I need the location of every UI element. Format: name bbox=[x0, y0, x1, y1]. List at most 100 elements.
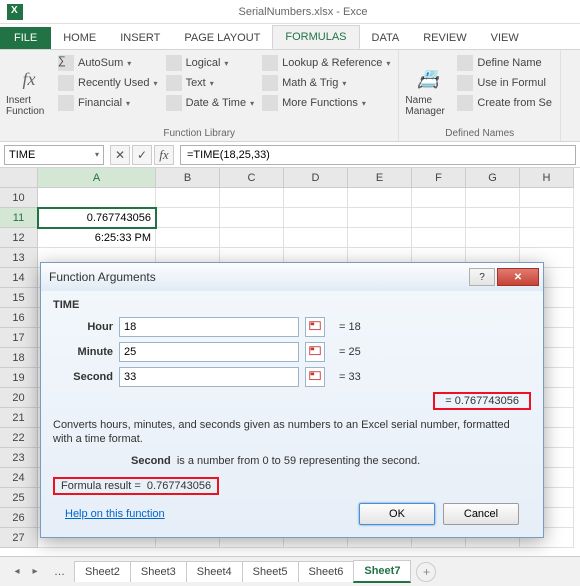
row-header-24[interactable]: 24 bbox=[0, 468, 38, 488]
help-button[interactable]: ? bbox=[469, 268, 495, 286]
cell-C10[interactable] bbox=[220, 188, 284, 208]
math-trig-button[interactable]: Math & Trig▾ bbox=[260, 74, 392, 92]
more-functions-button[interactable]: More Functions▾ bbox=[260, 94, 392, 112]
tab-home[interactable]: HOME bbox=[51, 27, 108, 49]
arg-second-input[interactable] bbox=[119, 367, 299, 387]
row-header-12[interactable]: 12 bbox=[0, 228, 38, 248]
cell-C11[interactable] bbox=[220, 208, 284, 228]
row-header-17[interactable]: 17 bbox=[0, 328, 38, 348]
cell-G12[interactable] bbox=[466, 228, 520, 248]
row-header-26[interactable]: 26 bbox=[0, 508, 38, 528]
text-button[interactable]: Text▾ bbox=[164, 74, 257, 92]
sheet-tab-5[interactable]: Sheet5 bbox=[242, 561, 299, 582]
arg-minute-input[interactable] bbox=[119, 342, 299, 362]
col-header-f[interactable]: F bbox=[412, 168, 466, 188]
cell-B12[interactable] bbox=[156, 228, 220, 248]
dialog-titlebar[interactable]: Function Arguments ? ✕ bbox=[41, 263, 543, 291]
col-header-e[interactable]: E bbox=[348, 168, 412, 188]
prev-sheet-button[interactable]: ◂ bbox=[8, 562, 26, 582]
cell-A11[interactable]: 0.767743056 bbox=[38, 208, 156, 228]
row-header-11[interactable]: 11 bbox=[0, 208, 38, 228]
col-header-c[interactable]: C bbox=[220, 168, 284, 188]
range-picker-icon[interactable] bbox=[305, 342, 325, 362]
row-header-21[interactable]: 21 bbox=[0, 408, 38, 428]
recently-used-button[interactable]: Recently Used▾ bbox=[56, 74, 160, 92]
date-time-button[interactable]: Date & Time▾ bbox=[164, 94, 257, 112]
cell-F12[interactable] bbox=[412, 228, 466, 248]
accept-formula-button[interactable]: ✓ bbox=[132, 145, 152, 165]
col-header-b[interactable]: B bbox=[156, 168, 220, 188]
row-header-23[interactable]: 23 bbox=[0, 448, 38, 468]
row-header-25[interactable]: 25 bbox=[0, 488, 38, 508]
tab-page-layout[interactable]: PAGE LAYOUT bbox=[172, 27, 272, 49]
tab-data[interactable]: DATA bbox=[360, 27, 412, 49]
row-header-14[interactable]: 14 bbox=[0, 268, 38, 288]
cell-D11[interactable] bbox=[284, 208, 348, 228]
cancel-formula-button[interactable]: ✕ bbox=[110, 145, 130, 165]
cell-G11[interactable] bbox=[466, 208, 520, 228]
use-in-formula-button[interactable]: Use in Formul bbox=[455, 74, 554, 92]
cell-A10[interactable] bbox=[38, 188, 156, 208]
autosum-button[interactable]: ∑AutoSum▾ bbox=[56, 54, 160, 72]
col-header-h[interactable]: H bbox=[520, 168, 574, 188]
tab-review[interactable]: REVIEW bbox=[411, 27, 478, 49]
cell-F11[interactable] bbox=[412, 208, 466, 228]
add-sheet-button[interactable]: + bbox=[416, 562, 436, 582]
row-header-15[interactable]: 15 bbox=[0, 288, 38, 308]
sheet-tab-7[interactable]: Sheet7 bbox=[353, 560, 411, 583]
row-header-20[interactable]: 20 bbox=[0, 388, 38, 408]
logical-button[interactable]: Logical▾ bbox=[164, 54, 257, 72]
row-header-27[interactable]: 27 bbox=[0, 528, 38, 548]
cell-C12[interactable] bbox=[220, 228, 284, 248]
col-header-a[interactable]: A bbox=[38, 168, 156, 188]
tab-view[interactable]: VIEW bbox=[479, 27, 531, 49]
tab-file[interactable]: FILE bbox=[0, 27, 51, 49]
cell-E12[interactable] bbox=[348, 228, 412, 248]
close-button[interactable]: ✕ bbox=[497, 268, 539, 286]
define-name-button[interactable]: Define Name bbox=[455, 54, 554, 72]
cell-B10[interactable] bbox=[156, 188, 220, 208]
cell-A12[interactable]: 6:25:33 PM bbox=[38, 228, 156, 248]
tab-insert[interactable]: INSERT bbox=[108, 27, 172, 49]
row-header-18[interactable]: 18 bbox=[0, 348, 38, 368]
cell-D10[interactable] bbox=[284, 188, 348, 208]
cell-G10[interactable] bbox=[466, 188, 520, 208]
row-header-16[interactable]: 16 bbox=[0, 308, 38, 328]
col-header-d[interactable]: D bbox=[284, 168, 348, 188]
row-header-10[interactable]: 10 bbox=[0, 188, 38, 208]
cell-H12[interactable] bbox=[520, 228, 574, 248]
lookup-button[interactable]: Lookup & Reference▾ bbox=[260, 54, 392, 72]
sheet-overflow[interactable]: … bbox=[44, 562, 75, 582]
range-picker-icon[interactable] bbox=[305, 317, 325, 337]
cell-H11[interactable] bbox=[520, 208, 574, 228]
formula-input[interactable]: =TIME(18,25,33) bbox=[180, 145, 576, 165]
cell-E10[interactable] bbox=[348, 188, 412, 208]
sheet-tab-4[interactable]: Sheet4 bbox=[186, 561, 243, 582]
name-manager-button[interactable]: 📇 Name Manager bbox=[405, 54, 451, 126]
tab-formulas[interactable]: FORMULAS bbox=[272, 25, 359, 49]
cancel-button[interactable]: Cancel bbox=[443, 503, 519, 525]
arg-hour-input[interactable] bbox=[119, 317, 299, 337]
cell-F10[interactable] bbox=[412, 188, 466, 208]
cell-D12[interactable] bbox=[284, 228, 348, 248]
select-all-corner[interactable] bbox=[0, 168, 38, 188]
cell-E11[interactable] bbox=[348, 208, 412, 228]
range-picker-icon[interactable] bbox=[305, 367, 325, 387]
row-header-19[interactable]: 19 bbox=[0, 368, 38, 388]
col-header-g[interactable]: G bbox=[466, 168, 520, 188]
sheet-tab-2[interactable]: Sheet2 bbox=[74, 561, 131, 582]
name-box[interactable]: TIME ▾ bbox=[4, 145, 104, 165]
row-header-13[interactable]: 13 bbox=[0, 248, 38, 268]
fx-button[interactable]: fx bbox=[154, 145, 174, 165]
sheet-tab-6[interactable]: Sheet6 bbox=[298, 561, 355, 582]
sheet-tab-3[interactable]: Sheet3 bbox=[130, 561, 187, 582]
cell-B11[interactable] bbox=[156, 208, 220, 228]
chevron-down-icon[interactable]: ▾ bbox=[95, 150, 99, 159]
row-header-22[interactable]: 22 bbox=[0, 428, 38, 448]
next-sheet-button[interactable]: ▸ bbox=[26, 562, 44, 582]
financial-button[interactable]: Financial▾ bbox=[56, 94, 160, 112]
create-from-selection-button[interactable]: Create from Se bbox=[455, 94, 554, 112]
insert-function-button[interactable]: fx Insert Function bbox=[6, 54, 52, 126]
help-link[interactable]: Help on this function bbox=[65, 508, 165, 520]
ok-button[interactable]: OK bbox=[359, 503, 435, 525]
